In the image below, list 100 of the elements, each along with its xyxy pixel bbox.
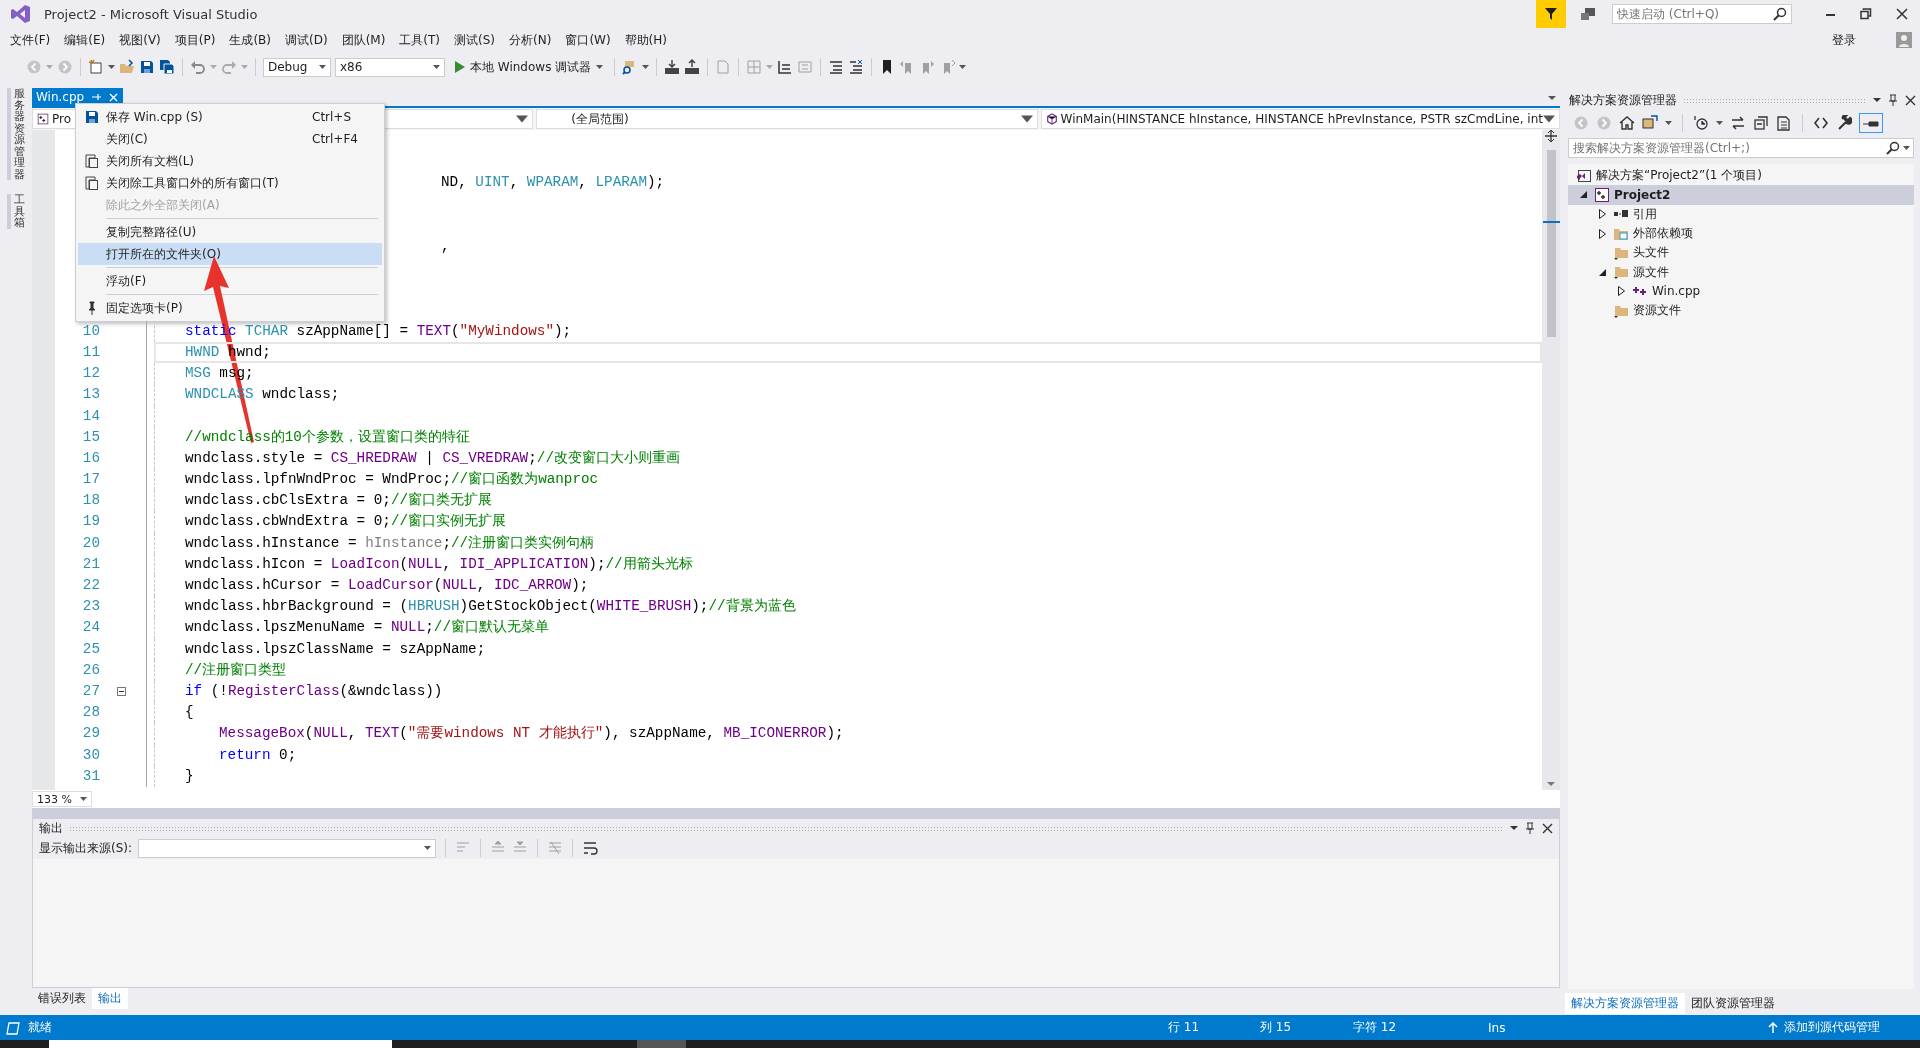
save-icon[interactable] [84, 109, 100, 125]
search-field[interactable]: 搜索解决方案资源管理器(Ctrl+;) [1568, 138, 1914, 158]
code-icon[interactable] [1813, 115, 1829, 131]
uncomment-icon[interactable] [848, 59, 865, 75]
preview-button[interactable] [1859, 113, 1883, 133]
comment-icon[interactable] [828, 59, 845, 75]
save-icon[interactable] [139, 59, 155, 75]
menu-item[interactable]: 调试(D) [278, 31, 335, 49]
caret-icon[interactable] [108, 65, 115, 69]
tray-icon[interactable] [664, 59, 681, 75]
tree-item[interactable]: 解决方案“Project2”(1 个项目) [1568, 166, 1914, 186]
menu-item[interactable]: 项目(P) [167, 31, 223, 49]
caret-icon[interactable] [424, 846, 432, 850]
menu-item[interactable]: 分析(N) [502, 31, 559, 49]
caret-icon[interactable] [1903, 146, 1910, 150]
collapse-all-icon[interactable] [1753, 115, 1769, 131]
tree-item[interactable]: 外部依赖项 [1568, 223, 1914, 244]
windows-icon[interactable] [84, 153, 100, 169]
pin-icon[interactable] [1524, 822, 1536, 834]
scrollbar-thumb[interactable] [1546, 150, 1556, 337]
search-icon[interactable] [1772, 6, 1788, 22]
tree-item[interactable]: 源文件 [1568, 262, 1914, 282]
expanded-arrow-icon[interactable] [1597, 267, 1607, 277]
collapsed-arrow-icon[interactable] [1597, 209, 1607, 220]
menu-item[interactable]: 文件(F) [3, 31, 58, 49]
word-wrap-icon[interactable] [582, 840, 599, 856]
collapsed-arrow-icon[interactable] [1616, 286, 1626, 297]
caret-icon[interactable] [433, 65, 440, 69]
menu-item[interactable]: 关闭除工具窗口外的所有窗口(T) [78, 172, 382, 194]
open-folder-icon[interactable] [119, 59, 135, 75]
tree-item[interactable]: 头文件 [1568, 243, 1914, 263]
feedback-button[interactable] [1536, 0, 1566, 28]
menu-item[interactable]: 团队(M) [334, 31, 393, 49]
menu-item[interactable]: 测试(S) [447, 31, 503, 49]
menu-item[interactable]: 复制完整路径(U) [78, 221, 382, 243]
source-control-button[interactable]: 添加到源代码管理 [1768, 1019, 1880, 1036]
panel-tab[interactable]: 错误列表 [32, 988, 92, 1009]
panel-tab[interactable]: 解决方案资源管理器 [1565, 993, 1685, 1014]
collapsed-arrow-icon[interactable] [1597, 228, 1607, 239]
close-icon[interactable] [1542, 822, 1553, 834]
configuration-dropdown[interactable]: Debug [263, 57, 331, 77]
caret-icon[interactable] [1716, 121, 1723, 125]
tree-item[interactable]: Win.cpp [1568, 281, 1914, 302]
close-icon[interactable] [1905, 94, 1916, 106]
show-all-files-icon[interactable] [1776, 115, 1792, 131]
expanded-arrow-icon[interactable] [1578, 190, 1588, 200]
member-dropdown[interactable]: WinMain(HINSTANCE hInstance, HINSTANCE hPrevInstance, PSTR szCmdLine, int [1040, 109, 1560, 129]
vertical-scrollbar[interactable] [1542, 130, 1560, 790]
caret-icon[interactable] [959, 65, 967, 69]
sign-in-link[interactable]: 登录 [1832, 31, 1856, 49]
switch-views-icon[interactable] [1642, 115, 1658, 131]
quick-launch-field[interactable]: 快速启动 (Ctrl+Q) [1612, 4, 1792, 24]
dropdown-icon[interactable] [1510, 826, 1518, 830]
solution-icon[interactable] [1576, 167, 1592, 184]
dropdown-icon[interactable] [1873, 98, 1881, 102]
menu-item[interactable]: 生成(B) [222, 31, 278, 49]
caret-icon[interactable] [80, 797, 87, 801]
panel-tab[interactable]: 输出 [92, 988, 128, 1009]
caret-icon[interactable] [1543, 113, 1555, 125]
menu-item[interactable]: 帮助(H) [617, 31, 674, 49]
menu-item[interactable]: 关闭(C) Ctrl+F4 [78, 128, 382, 150]
menu-item[interactable]: 打开所在的文件夹(O) [78, 243, 382, 265]
caret-icon[interactable] [642, 65, 650, 69]
menu-item[interactable]: 工具(T) [392, 31, 448, 49]
caret-icon[interactable] [596, 65, 604, 69]
menu-item[interactable]: 关闭所有文档(L) [78, 150, 382, 172]
sync-icon[interactable] [1730, 115, 1746, 131]
save-all-icon[interactable] [159, 59, 175, 75]
split-icon[interactable] [1545, 130, 1557, 142]
menu-item[interactable]: 编辑(E) [57, 31, 113, 49]
menu-item[interactable]: 浮动(F) [78, 270, 382, 292]
history-icon[interactable] [1693, 115, 1709, 131]
caret-icon[interactable] [319, 65, 326, 69]
caret-icon[interactable] [1020, 113, 1033, 125]
scope-dropdown[interactable]: (全局范围) [536, 109, 1038, 129]
menu-item[interactable]: 保存 Win.cpp (S) Ctrl+S [78, 106, 382, 128]
caret-icon[interactable] [1665, 121, 1672, 125]
tree-item[interactable]: 资源文件 [1568, 301, 1914, 321]
menu-item[interactable]: 固定选项卡(P) [78, 297, 382, 319]
platform-dropdown[interactable]: x86 [335, 57, 445, 77]
dropdown-icon[interactable] [1548, 96, 1556, 100]
menu-item[interactable]: 窗口(W) [558, 31, 618, 49]
start-debugging-button[interactable]: 本地 Windows 调试器 [449, 57, 608, 77]
panel-tab[interactable]: 团队资源管理器 [1685, 993, 1781, 1014]
collapse-icon[interactable] [116, 687, 126, 697]
home-icon[interactable] [1619, 115, 1635, 131]
windows-icon[interactable] [84, 175, 100, 191]
tree-item[interactable]: Project2 [1568, 185, 1914, 205]
project-icon[interactable] [1594, 186, 1610, 203]
side-tab[interactable]: 服务器资源管理器 [7, 88, 25, 181]
undo-icon[interactable] [190, 59, 206, 75]
indent-icon[interactable] [777, 59, 794, 75]
caret-icon[interactable] [516, 113, 529, 125]
tree-item[interactable]: 引用 [1568, 204, 1914, 224]
search-icon[interactable] [1885, 140, 1901, 156]
zoom-dropdown[interactable]: 133 % [32, 791, 92, 807]
new-project-icon[interactable] [88, 59, 104, 75]
scroll-down-icon[interactable] [1547, 782, 1555, 786]
document-tab[interactable]: Win.cpp [32, 88, 124, 106]
tray-icon[interactable] [684, 59, 701, 75]
